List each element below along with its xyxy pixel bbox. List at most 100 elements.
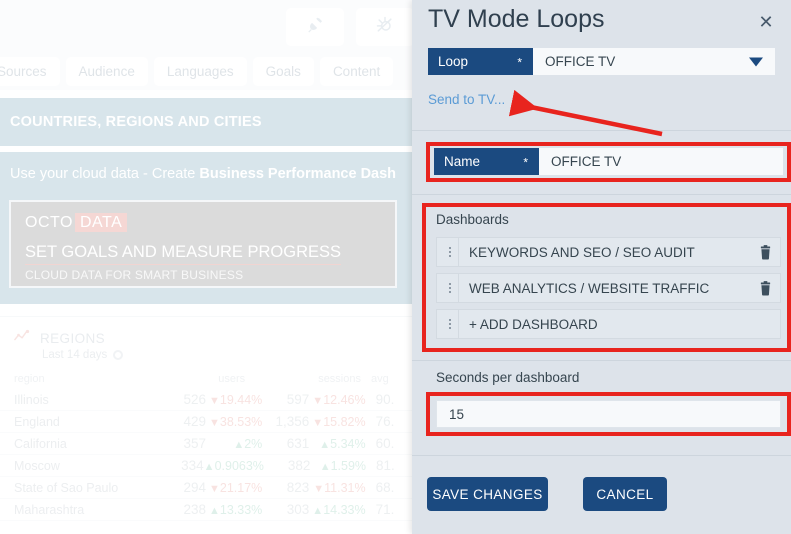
- seconds-label: Seconds per dashboard: [436, 370, 580, 385]
- dashboards-section: Dashboards KEYWORDS AND SEO / SEO AUDIT W…: [436, 212, 781, 345]
- banner-subline: CLOUD DATA FOR SMART BUSINESS: [25, 268, 244, 282]
- banner-headline: SET GOALS AND MEASURE PROGRESS: [25, 243, 342, 265]
- divider-top: [412, 130, 791, 131]
- cell-sessions: 631: [286, 436, 310, 451]
- plug-icon: [305, 15, 325, 40]
- cell-sessions-delta: ▲1.59%: [319, 458, 367, 473]
- seconds-input-value: 15: [449, 406, 465, 422]
- name-input-value: OFFICE TV: [551, 154, 622, 169]
- dashboard-item-label: WEB ANALYTICS / WEBSITE TRAFFIC: [469, 280, 710, 296]
- col-users: users: [218, 373, 246, 385]
- app-topbar: [0, 0, 412, 52]
- drag-handle-icon[interactable]: [441, 238, 459, 266]
- dashboard-item-label: + ADD DASHBOARD: [469, 316, 598, 332]
- divider-seconds: [412, 360, 791, 361]
- loop-label-text: Loop: [438, 54, 469, 69]
- cell-sessions: 823: [286, 480, 310, 495]
- dashboard-list-item[interactable]: KEYWORDS AND SEO / SEO AUDIT: [436, 237, 781, 267]
- tab-content[interactable]: Content: [319, 56, 394, 86]
- regions-card: REGIONS Last 14 days region users sessio…: [0, 316, 412, 534]
- cell-users: 334: [181, 458, 204, 473]
- send-to-tv-link[interactable]: Send to TV...: [428, 92, 505, 107]
- cell-region: England: [14, 414, 60, 429]
- tv-mode-loops-panel: TV Mode Loops ✕ Loop * OFFICE TV Send to…: [412, 0, 791, 534]
- dashboard-list-item[interactable]: + ADD DASHBOARD: [436, 309, 781, 339]
- drag-handle-icon[interactable]: [441, 274, 459, 302]
- tab-languages[interactable]: Languages: [153, 56, 247, 86]
- drag-handle-icon[interactable]: [441, 310, 459, 338]
- cell-avg: 90.: [375, 392, 395, 407]
- broadcast-icon-button[interactable]: [356, 8, 412, 46]
- name-label-text: Name: [444, 154, 481, 169]
- cell-sessions-delta: ▼12.46%: [312, 392, 366, 407]
- col-avg: avg: [370, 373, 389, 385]
- dashboard-list-item[interactable]: WEB ANALYTICS / WEBSITE TRAFFIC: [436, 273, 781, 303]
- loop-select[interactable]: OFFICE TV: [533, 48, 775, 75]
- table-row: Illinois 526 ▼19.44% 597 ▼12.46% 90.: [0, 389, 412, 411]
- dashboard-item-label: KEYWORDS AND SEO / SEO AUDIT: [469, 244, 695, 260]
- col-sessions: sessions: [318, 373, 361, 385]
- cell-avg: 81.: [376, 458, 395, 473]
- table-row: England 429 ▼38.53% 1,356 ▼15.82% 76.: [0, 411, 412, 433]
- loop-required-mark: *: [517, 55, 522, 70]
- table-body: Illinois 526 ▼19.44% 597 ▼12.46% 90. England 42…: [0, 389, 412, 521]
- cell-users: 294: [183, 480, 206, 495]
- cell-users-delta: ▼38.53%: [208, 414, 263, 429]
- tab-sources[interactable]: Sources: [0, 56, 60, 86]
- cell-region: Maharashtra: [14, 502, 85, 517]
- cell-avg: 71.: [375, 502, 395, 517]
- regions-card-header: REGIONS: [14, 329, 105, 348]
- cell-avg: 60.: [375, 436, 395, 451]
- promo-text-bold: Business Performance Dash: [199, 166, 397, 182]
- trash-icon[interactable]: [750, 280, 780, 296]
- cell-users-delta: ▲0.9063%: [203, 458, 264, 473]
- dashboards-heading: Dashboards: [436, 212, 509, 227]
- divider-middle: [412, 194, 791, 195]
- loop-select-row[interactable]: Loop * OFFICE TV: [428, 48, 775, 75]
- cell-region: California: [14, 436, 67, 451]
- cell-sessions-delta: ▼15.82%: [312, 414, 366, 429]
- banner-brand: OCTO DATA: [25, 213, 128, 232]
- tab-goals[interactable]: Goals: [252, 56, 314, 86]
- cell-users-delta: ▲13.33%: [208, 502, 263, 517]
- close-icon[interactable]: ✕: [753, 9, 779, 35]
- save-changes-button[interactable]: SAVE CHANGES: [427, 477, 548, 511]
- dashboards-list: KEYWORDS AND SEO / SEO AUDIT WEB ANALYTIC…: [436, 237, 781, 339]
- chart-line-icon: [14, 329, 32, 348]
- cell-region: State of Sao Paulo: [14, 480, 119, 495]
- name-field-row[interactable]: Name * OFFICE TV: [434, 148, 783, 175]
- promo-strip: Use your cloud data - Create Business Pe…: [0, 152, 412, 304]
- section-title: COUNTRIES, REGIONS AND CITIES: [0, 98, 412, 146]
- cell-users: 238: [183, 502, 206, 517]
- cell-region: Illinois: [14, 392, 49, 407]
- cell-users-delta: ▼21.17%: [208, 480, 263, 495]
- target-icon: [113, 350, 124, 360]
- cell-sessions-delta: ▼11.31%: [313, 480, 366, 495]
- regions-card-subtitle: Last 14 days: [42, 349, 124, 361]
- name-label: Name *: [434, 148, 539, 175]
- table-row: State of Sao Paulo 294 ▼21.17% 823 ▼11.31% 68…: [0, 477, 412, 499]
- cell-sessions: 1,356: [275, 414, 310, 429]
- cell-avg: 68.: [375, 480, 395, 495]
- table-row: California 357 ▲2% 631 ▲5.34% 60.: [0, 433, 412, 455]
- table-row: Moscow 334 ▲0.9063% 382 ▲1.59% 81.: [0, 455, 412, 477]
- cell-users: 357: [183, 436, 206, 451]
- tab-audience[interactable]: Audience: [65, 56, 148, 86]
- background-app: Sources Audience Languages Goals Content…: [0, 0, 412, 534]
- cell-sessions: 597: [286, 392, 310, 407]
- plug-icon-button[interactable]: [286, 8, 344, 46]
- name-input[interactable]: OFFICE TV: [539, 148, 783, 175]
- cell-avg: 76.: [375, 414, 395, 429]
- cell-region: Moscow: [14, 458, 60, 473]
- cancel-button[interactable]: CANCEL: [583, 477, 667, 511]
- loop-label: Loop *: [428, 48, 533, 75]
- banner-brand-first: OCTO: [25, 214, 73, 231]
- panel-title: TV Mode Loops: [428, 5, 605, 33]
- seconds-input[interactable]: 15: [436, 400, 781, 428]
- divider-bottom: [412, 455, 791, 456]
- cell-users: 526: [183, 392, 206, 407]
- trash-icon[interactable]: [750, 244, 780, 260]
- loop-select-value: OFFICE TV: [545, 54, 616, 69]
- octo-data-banner[interactable]: OCTO DATA SET GOALS AND MEASURE PROGRESS …: [9, 200, 397, 288]
- regions-card-period: Last 14 days: [42, 349, 108, 361]
